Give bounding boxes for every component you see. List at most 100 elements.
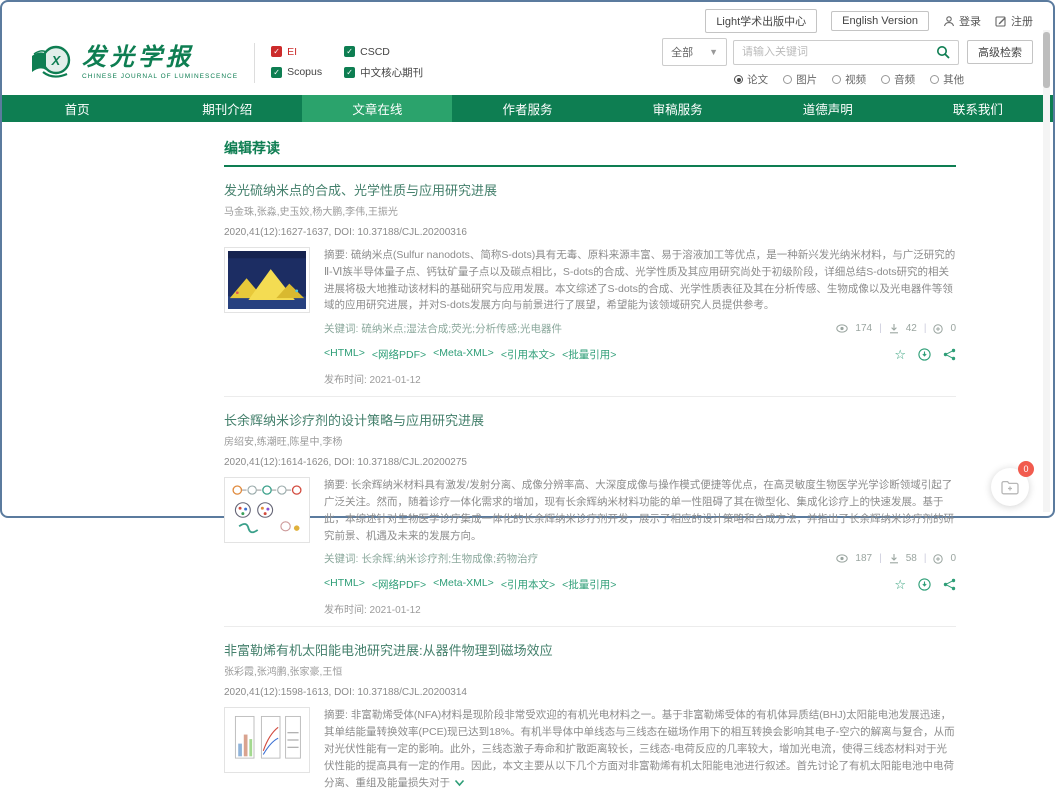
article-thumbnail[interactable] xyxy=(224,247,310,313)
article-authors: 马金珠,张淼,史玉姣,杨大鹏,李伟,王振光 xyxy=(224,203,956,218)
nav-item-author-services[interactable]: 作者服务 xyxy=(452,95,602,122)
meta-xml-link[interactable]: <Meta-XML> xyxy=(433,347,494,362)
login-link[interactable]: 登录 xyxy=(943,13,981,29)
article-keywords: 关键词: 硫纳米点;湿法合成;荧光;分析传感;光电器件 xyxy=(324,321,562,336)
stats-separator: | xyxy=(924,323,927,334)
article-thumbnail[interactable] xyxy=(224,707,310,773)
checkbox-scopus-icon: ✓ xyxy=(271,67,282,78)
article-thumbnail-image xyxy=(228,251,306,309)
downloads-icon xyxy=(889,554,899,564)
site-header: X 发光学报 CHINESE JOURNAL OF LUMINESCENCE ✓… xyxy=(2,36,1053,95)
batch-cite-link[interactable]: <批量引用> xyxy=(562,577,616,592)
index-badges: ✓ EI ✓ CSCD ✓ Scopus ✓ 中文核心期刊 xyxy=(271,46,423,80)
article-title[interactable]: 非富勒烯有机太阳能电池研究进展:从器件物理到磁场效应 xyxy=(224,640,956,659)
html-link[interactable]: <HTML> xyxy=(324,347,365,362)
comments-count: 0 xyxy=(950,553,956,564)
radio-video[interactable]: 视频 xyxy=(832,72,866,87)
publish-date: 发布时间: 2021-01-12 xyxy=(324,371,956,386)
nav-item-articles-online[interactable]: 文章在线 xyxy=(302,95,452,122)
radio-paper[interactable]: 论文 xyxy=(734,72,768,87)
stats-separator: | xyxy=(879,553,882,564)
share-icon[interactable] xyxy=(943,578,956,591)
journal-logo[interactable]: X 发光学报 CHINESE JOURNAL OF LUMINESCENCE xyxy=(28,42,238,84)
article-citation: 2020,41(12):1598-1613, DOI: 10.37188/CJL… xyxy=(224,687,956,698)
article-actions: ☆ xyxy=(894,348,956,361)
light-publishing-center-button[interactable]: Light学术出版中心 xyxy=(705,9,817,33)
radio-icon xyxy=(832,75,841,84)
article-abstract: 摘要: 硫纳米点(Sulfur nanodots、简称S-dots)具有无毒、原… xyxy=(324,247,956,314)
article-citation: 2020,41(12):1627-1637, DOI: 10.37188/CJL… xyxy=(224,227,956,238)
badge-core-journal: ✓ 中文核心期刊 xyxy=(344,65,423,80)
nav-item-review-services[interactable]: 审稿服务 xyxy=(603,95,753,122)
download-circle-icon[interactable] xyxy=(918,348,931,361)
register-icon xyxy=(995,15,1007,27)
article-title[interactable]: 长余辉纳米诊疗剂的设计策略与应用研究进展 xyxy=(224,410,956,429)
nav-item-contact-us[interactable]: 联系我们 xyxy=(903,95,1053,122)
comments-count: 0 xyxy=(950,323,956,334)
cite-article-link[interactable]: <引用本文> xyxy=(501,347,555,362)
radio-image[interactable]: 图片 xyxy=(783,72,817,87)
article-abstract-text: 摘要: 非富勒烯受体(NFA)材料是现阶段非常受欢迎的有机光电材料之一。基于非富… xyxy=(324,709,955,788)
radio-video-label: 视频 xyxy=(845,72,866,87)
html-link[interactable]: <HTML> xyxy=(324,577,365,592)
article-authors: 张彩霞,张鸿鹏,张家豪,王恒 xyxy=(224,663,956,678)
batch-cite-link[interactable]: <批量引用> xyxy=(562,347,616,362)
folder-plus-icon xyxy=(1001,480,1019,495)
badge-scopus-label: Scopus xyxy=(287,66,322,78)
article-stats: 187 | 58 | 0 xyxy=(836,553,956,564)
register-link[interactable]: 注册 xyxy=(995,13,1033,29)
badge-ei-label: EI xyxy=(287,46,297,58)
svg-text:X: X xyxy=(51,53,62,68)
radio-other-label: 其他 xyxy=(943,72,964,87)
journal-logo-icon: X xyxy=(28,42,74,84)
advanced-search-button[interactable]: 高级检索 xyxy=(967,40,1033,64)
checkbox-cscd-icon: ✓ xyxy=(344,46,355,57)
chevron-down-icon: ▼ xyxy=(709,47,718,57)
favorite-star-icon[interactable]: ☆ xyxy=(894,348,906,361)
page-scrollbar[interactable] xyxy=(1043,30,1050,512)
article-stats: 174 | 42 | 0 xyxy=(836,323,956,334)
article-actions: ☆ xyxy=(894,578,956,591)
cite-article-link[interactable]: <引用本文> xyxy=(501,577,555,592)
article-title[interactable]: 发光硫纳米点的合成、光学性质与应用研究进展 xyxy=(224,180,956,199)
stats-separator: | xyxy=(879,323,882,334)
download-circle-icon[interactable] xyxy=(918,578,931,591)
journal-name-en: CHINESE JOURNAL OF LUMINESCENCE xyxy=(82,73,238,80)
section-title-editors-picks: 编辑荐读 xyxy=(224,138,956,167)
share-icon[interactable] xyxy=(943,348,956,361)
login-label: 登录 xyxy=(959,13,981,29)
article-format-links: <HTML> <网络PDF> <Meta-XML> <引用本文> <批量引用> xyxy=(324,347,616,362)
favorite-star-icon[interactable]: ☆ xyxy=(894,578,906,591)
article-thumbnail[interactable] xyxy=(224,477,310,543)
scrollbar-thumb[interactable] xyxy=(1043,32,1050,88)
main-content: 编辑荐读 发光硫纳米点的合成、光学性质与应用研究进展 马金珠,张淼,史玉姣,杨大… xyxy=(224,138,956,801)
checkbox-ei-icon: ✓ xyxy=(271,46,282,57)
checkbox-core-icon: ✓ xyxy=(344,67,355,78)
radio-other[interactable]: 其他 xyxy=(930,72,964,87)
article-item-2: 长余辉纳米诊疗剂的设计策略与应用研究进展 房绍安,练潮旺,陈星中,李杨 2020… xyxy=(224,397,956,627)
search-scope-select[interactable]: 全部 ▼ xyxy=(662,38,727,66)
downloads-count: 58 xyxy=(906,553,917,564)
downloads-count: 42 xyxy=(906,323,917,334)
journal-name-cn: 发光学报 xyxy=(82,46,238,70)
badge-scopus: ✓ Scopus xyxy=(271,65,322,80)
radio-audio[interactable]: 音频 xyxy=(881,72,915,87)
search-icon[interactable] xyxy=(936,45,950,59)
pdf-link[interactable]: <网络PDF> xyxy=(372,577,426,592)
meta-xml-link[interactable]: <Meta-XML> xyxy=(433,577,494,592)
nav-item-home[interactable]: 首页 xyxy=(2,95,152,122)
nav-item-ethics-statement[interactable]: 道德声明 xyxy=(753,95,903,122)
article-citation: 2020,41(12):1614-1626, DOI: 10.37188/CJL… xyxy=(224,457,956,468)
collection-float-button[interactable]: 0 xyxy=(991,468,1029,506)
views-icon xyxy=(836,554,848,563)
search-input[interactable] xyxy=(742,46,936,58)
english-version-button[interactable]: English Version xyxy=(831,11,929,31)
badge-ei: ✓ EI xyxy=(271,46,322,58)
article-keywords: 关键词: 长余辉;纳米诊疗剂;生物成像;药物治疗 xyxy=(324,551,538,566)
pdf-link[interactable]: <网络PDF> xyxy=(372,347,426,362)
top-utility-bar: Light学术出版中心 English Version 登录 注册 xyxy=(2,2,1053,36)
views-icon xyxy=(836,324,848,333)
badge-cscd: ✓ CSCD xyxy=(344,46,423,58)
nav-item-journal-intro[interactable]: 期刊介绍 xyxy=(152,95,302,122)
expand-chevron-icon[interactable] xyxy=(454,779,465,787)
